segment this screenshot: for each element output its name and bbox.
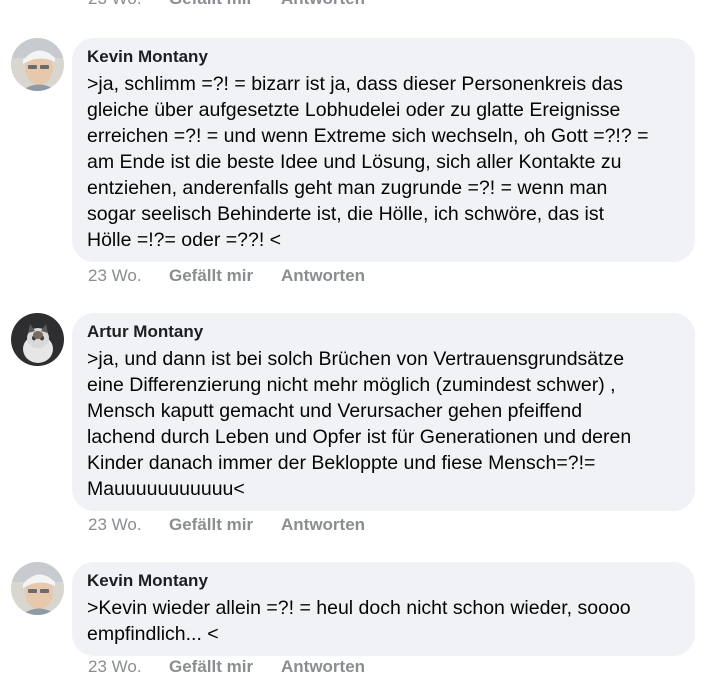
comment-bubble: Artur Montany >ja, und dann ist bei solc… bbox=[72, 313, 695, 511]
avatar-kevin-icon bbox=[11, 562, 64, 615]
comment-time[interactable]: 23 Wo. bbox=[88, 657, 169, 677]
avatar-cat-icon bbox=[11, 313, 64, 366]
like-button[interactable]: Gefällt mir bbox=[169, 657, 281, 677]
comment-author[interactable]: Kevin Montany bbox=[87, 571, 681, 591]
comment-actions-row: 23 Wo. Gefällt mir Antworten bbox=[88, 0, 365, 10]
comment-text: >ja, und dann ist bei solch Brüchen von … bbox=[87, 348, 632, 500]
comment-text: >ja, schlimm =?! = bizarr ist ja, dass d… bbox=[87, 73, 649, 251]
comment-actions-row: 23 Wo. Gefällt mir Antworten bbox=[88, 656, 365, 678]
like-button[interactable]: Gefällt mir bbox=[169, 0, 281, 9]
avatar[interactable] bbox=[11, 562, 64, 615]
reply-button[interactable]: Antworten bbox=[281, 515, 365, 535]
comment-author[interactable]: Artur Montany bbox=[87, 322, 681, 342]
comment-author[interactable]: Kevin Montany bbox=[87, 47, 681, 67]
comment-time[interactable]: 23 Wo. bbox=[88, 266, 169, 286]
like-button[interactable]: Gefällt mir bbox=[169, 266, 281, 286]
comment-actions-row: 23 Wo. Gefällt mir Antworten bbox=[88, 514, 365, 536]
like-button[interactable]: Gefällt mir bbox=[169, 515, 281, 535]
comment-actions-row: 23 Wo. Gefällt mir Antworten bbox=[88, 265, 365, 287]
comment-time[interactable]: 23 Wo. bbox=[88, 515, 169, 535]
comment-text: >Kevin wieder allein =?! = heul doch nic… bbox=[87, 597, 631, 645]
reply-button[interactable]: Antworten bbox=[281, 657, 365, 677]
avatar[interactable] bbox=[11, 38, 64, 91]
comment-time[interactable]: 23 Wo. bbox=[88, 0, 169, 9]
comment-bubble: Kevin Montany >ja, schlimm =?! = bizarr … bbox=[72, 38, 695, 262]
avatar[interactable] bbox=[11, 313, 64, 366]
comment-bubble: Kevin Montany >Kevin wieder allein =?! =… bbox=[72, 562, 695, 656]
avatar-kevin-icon bbox=[11, 38, 64, 91]
reply-button[interactable]: Antworten bbox=[281, 0, 365, 9]
reply-button[interactable]: Antworten bbox=[281, 266, 365, 286]
